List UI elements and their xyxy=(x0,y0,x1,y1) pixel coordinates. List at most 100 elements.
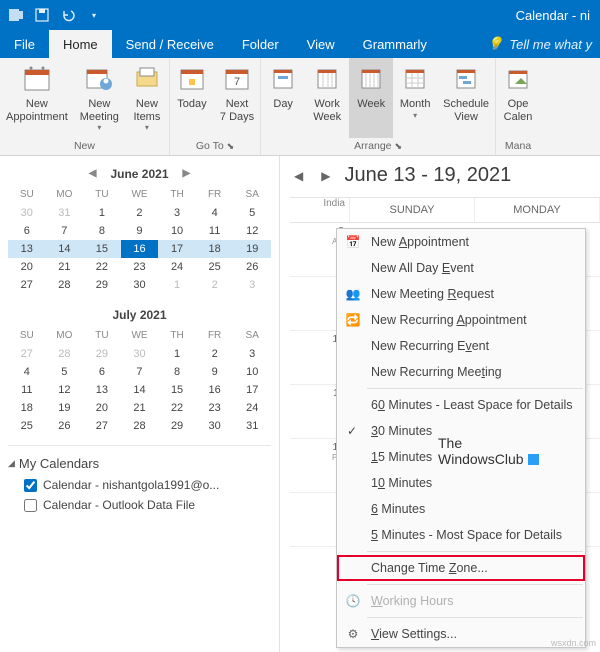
calendar-day[interactable]: 2 xyxy=(196,276,234,294)
calendar-day[interactable]: 8 xyxy=(83,222,121,240)
week-button[interactable]: Week xyxy=(349,58,393,138)
calendar-day[interactable]: 5 xyxy=(46,363,84,381)
calendar-day[interactable]: 25 xyxy=(196,258,234,276)
calendar-day[interactable]: 28 xyxy=(121,417,159,435)
calendar-day[interactable]: 1 xyxy=(158,276,196,294)
calendar-day[interactable]: 7 xyxy=(46,222,84,240)
calendar-day[interactable]: 17 xyxy=(233,381,271,399)
menu-home[interactable]: Home xyxy=(49,30,112,58)
calendar-day[interactable]: 4 xyxy=(196,204,234,222)
context-menu-item[interactable]: New All Day Event xyxy=(337,255,585,281)
calendar-day[interactable]: 14 xyxy=(121,381,159,399)
calendar-day[interactable]: 5 xyxy=(233,204,271,222)
open-calendar-button[interactable]: Ope Calen xyxy=(496,58,540,138)
calendar-day[interactable]: 24 xyxy=(158,258,196,276)
calendar-day[interactable]: 27 xyxy=(83,417,121,435)
calendar-day[interactable]: 19 xyxy=(233,240,271,258)
calendar-day[interactable]: 29 xyxy=(83,276,121,294)
calendar-day[interactable]: 30 xyxy=(8,204,46,222)
calendar-day[interactable]: 15 xyxy=(83,240,121,258)
calendar-list-item[interactable]: Calendar - Outlook Data File xyxy=(8,495,271,515)
calendar-day[interactable]: 22 xyxy=(158,399,196,417)
calendar-day[interactable]: 10 xyxy=(233,363,271,381)
calendar-day[interactable]: 20 xyxy=(83,399,121,417)
calendar-list-item[interactable]: Calendar - nishantgola1991@o... xyxy=(8,475,271,495)
calendar-day[interactable]: 23 xyxy=(121,258,159,276)
menu-file[interactable]: File xyxy=(0,30,49,58)
calendar-day[interactable]: 18 xyxy=(196,240,234,258)
work-week-button[interactable]: Work Week xyxy=(305,58,349,138)
calendar-day[interactable]: 21 xyxy=(46,258,84,276)
calendar-day[interactable]: 27 xyxy=(8,345,46,363)
calendar-day[interactable]: 22 xyxy=(83,258,121,276)
new-appointment-button[interactable]: New Appointment xyxy=(0,58,74,138)
next-week-arrow[interactable]: ▶ xyxy=(317,167,334,185)
calendar-day[interactable]: 16 xyxy=(196,381,234,399)
calendar-day[interactable]: 8 xyxy=(158,363,196,381)
calendar-day[interactable]: 29 xyxy=(158,417,196,435)
my-calendars-header[interactable]: ◢ My Calendars xyxy=(8,452,271,475)
calendar-day[interactable]: 25 xyxy=(8,417,46,435)
calendar-day[interactable]: 21 xyxy=(121,399,159,417)
menu-send-receive[interactable]: Send / Receive xyxy=(112,30,228,58)
calendar-day[interactable]: 2 xyxy=(196,345,234,363)
context-menu-item[interactable]: 60 Minutes - Least Space for Details xyxy=(337,392,585,418)
calendar-day[interactable]: 27 xyxy=(8,276,46,294)
new-meeting-button[interactable]: New Meeting▾ xyxy=(74,58,125,138)
schedule-view-button[interactable]: Schedule View xyxy=(437,58,495,138)
calendar-day[interactable]: 12 xyxy=(233,222,271,240)
calendar-day[interactable]: 15 xyxy=(158,381,196,399)
calendar-day[interactable]: 26 xyxy=(233,258,271,276)
calendar-day[interactable]: 18 xyxy=(8,399,46,417)
calendar-day[interactable]: 12 xyxy=(46,381,84,399)
menu-view[interactable]: View xyxy=(293,30,349,58)
calendar-day[interactable]: 11 xyxy=(8,381,46,399)
prev-month-arrow[interactable]: ◀ xyxy=(83,166,103,181)
calendar-checkbox[interactable] xyxy=(24,479,37,492)
calendar-day[interactable]: 4 xyxy=(8,363,46,381)
calendar-day[interactable]: 11 xyxy=(196,222,234,240)
menu-grammarly[interactable]: Grammarly xyxy=(349,30,441,58)
context-menu-item[interactable]: New Recurring Event xyxy=(337,333,585,359)
calendar-day[interactable]: 19 xyxy=(46,399,84,417)
calendar-day[interactable]: 16 xyxy=(121,240,159,258)
prev-week-arrow[interactable]: ◀ xyxy=(290,167,307,185)
calendar-day[interactable]: 30 xyxy=(196,417,234,435)
calendar-day[interactable]: 31 xyxy=(46,204,84,222)
context-menu-item[interactable]: ⚙View Settings... xyxy=(337,621,585,647)
day-button[interactable]: Day xyxy=(261,58,305,138)
context-menu-item[interactable]: 10 Minutes xyxy=(337,470,585,496)
new-items-button[interactable]: New Items▾ xyxy=(125,58,169,138)
tell-me[interactable]: 💡 Tell me what y xyxy=(487,30,600,58)
next-month-arrow[interactable]: ▶ xyxy=(177,166,197,181)
calendar-day[interactable]: 26 xyxy=(46,417,84,435)
calendar-day[interactable]: 14 xyxy=(46,240,84,258)
calendar-day[interactable]: 9 xyxy=(121,222,159,240)
calendar-day[interactable]: 6 xyxy=(8,222,46,240)
calendar-day[interactable]: 24 xyxy=(233,399,271,417)
calendar-checkbox[interactable] xyxy=(24,499,37,512)
calendar-day[interactable]: 1 xyxy=(83,204,121,222)
calendar-day[interactable]: 6 xyxy=(83,363,121,381)
calendar-day[interactable]: 20 xyxy=(8,258,46,276)
next-7-days-button[interactable]: 7Next 7 Days xyxy=(214,58,260,138)
calendar-day[interactable]: 3 xyxy=(233,345,271,363)
calendar-day[interactable]: 9 xyxy=(196,363,234,381)
menu-folder[interactable]: Folder xyxy=(228,30,293,58)
calendar-day[interactable]: 1 xyxy=(158,345,196,363)
calendar-day[interactable]: 3 xyxy=(158,204,196,222)
calendar-day[interactable]: 2 xyxy=(121,204,159,222)
calendar-day[interactable]: 13 xyxy=(83,381,121,399)
context-menu-item[interactable]: Change Time Zone... xyxy=(337,555,585,581)
calendar-day[interactable]: 23 xyxy=(196,399,234,417)
context-menu-item[interactable]: 6 Minutes xyxy=(337,496,585,522)
today-button[interactable]: Today xyxy=(170,58,214,138)
context-menu-item[interactable]: 👥New Meeting Request xyxy=(337,281,585,307)
context-menu-item[interactable]: 5 Minutes - Most Space for Details xyxy=(337,522,585,548)
context-menu-item[interactable]: 📅New Appointment xyxy=(337,229,585,255)
calendar-day[interactable]: 29 xyxy=(83,345,121,363)
context-menu-item[interactable]: New Recurring Meeting xyxy=(337,359,585,385)
calendar-day[interactable]: 28 xyxy=(46,345,84,363)
calendar-day[interactable]: 28 xyxy=(46,276,84,294)
month-button[interactable]: Month▾ xyxy=(393,58,437,138)
